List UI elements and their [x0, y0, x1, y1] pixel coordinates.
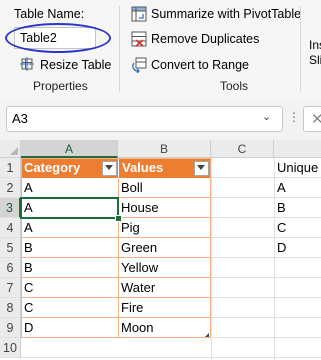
table-name-label: Table Name:: [14, 7, 85, 21]
chevron-down-icon[interactable]: ⌄: [262, 110, 271, 123]
column-header-c[interactable]: C: [211, 140, 274, 158]
row-header-selected[interactable]: 3: [0, 198, 21, 218]
row-header[interactable]: 8: [0, 298, 21, 318]
row-header[interactable]: 7: [0, 278, 21, 298]
unique-value[interactable]: C: [274, 218, 321, 238]
select-all-button[interactable]: [0, 140, 21, 158]
row-header[interactable]: 10: [0, 338, 21, 358]
gridline: [211, 158, 212, 360]
name-box[interactable]: A3: [6, 106, 283, 132]
insert-slicer-button-partial[interactable]: Ins: [309, 38, 321, 52]
column-header-a[interactable]: A: [21, 140, 118, 158]
convert-to-range-button[interactable]: Convert to Range: [151, 58, 249, 72]
gridline: [21, 357, 321, 358]
summarize-with-pivottable-button[interactable]: Summarize with PivotTable: [151, 7, 301, 21]
row-header[interactable]: 6: [0, 258, 21, 278]
tools-group-label: Tools: [220, 79, 249, 93]
table-cell[interactable]: Boll: [118, 178, 211, 198]
unique-value[interactable]: A: [274, 178, 321, 198]
table-cell[interactable]: Moon: [118, 318, 211, 338]
fill-handle[interactable]: [115, 215, 122, 222]
filter-dropdown-icon[interactable]: [102, 161, 117, 176]
ribbon-separator: [300, 6, 301, 92]
spreadsheet-grid[interactable]: A B C 1 2 3 4 5 6 7 8 9 10 Category Valu…: [0, 140, 321, 360]
table-cell[interactable]: C: [21, 298, 118, 318]
more-options-icon[interactable]: ⋮: [288, 110, 300, 124]
remove-duplicates-button[interactable]: Remove Duplicates: [151, 32, 259, 46]
remove-duplicates-icon: [131, 31, 147, 47]
row-header[interactable]: 1: [0, 158, 21, 178]
table-cell[interactable]: Water: [118, 278, 211, 298]
unique-header[interactable]: Unique: [274, 158, 321, 178]
insert-slicer-button-partial-2[interactable]: Sli: [309, 53, 321, 67]
ribbon: Table Name: Table2 Resize Table Properti…: [0, 0, 321, 98]
resize-table-icon: [20, 57, 34, 71]
table-resize-handle[interactable]: [205, 333, 209, 337]
table-cell[interactable]: C: [21, 278, 118, 298]
cancel-button[interactable]: ✕: [303, 106, 321, 132]
column-header-b[interactable]: B: [118, 140, 211, 158]
row-header[interactable]: 2: [0, 178, 21, 198]
pivot-table-icon: [131, 6, 147, 22]
row-header[interactable]: 5: [0, 238, 21, 258]
table-cell[interactable]: Yellow: [118, 258, 211, 278]
table-cell[interactable]: Pig: [118, 218, 211, 238]
close-icon: ✕: [311, 111, 321, 128]
table-cell[interactable]: House: [118, 198, 211, 218]
table-cell[interactable]: A: [21, 178, 118, 198]
table-cell[interactable]: B: [21, 238, 118, 258]
highlight-annotation-oval: [5, 23, 111, 53]
properties-group-label: Properties: [33, 79, 88, 93]
unique-value[interactable]: B: [274, 198, 321, 218]
table-cell[interactable]: Green: [118, 238, 211, 258]
row-header[interactable]: 4: [0, 218, 21, 238]
row-header[interactable]: 9: [0, 318, 21, 338]
table-cell[interactable]: B: [21, 258, 118, 278]
resize-table-button[interactable]: Resize Table: [40, 58, 111, 72]
filter-dropdown-icon[interactable]: [194, 161, 209, 176]
active-cell-selection: [20, 197, 119, 219]
convert-to-range-icon: [132, 57, 147, 73]
table-cell[interactable]: Fire: [118, 298, 211, 318]
table-cell[interactable]: D: [21, 318, 118, 338]
ribbon-separator: [119, 6, 120, 92]
table-cell[interactable]: A: [21, 218, 118, 238]
column-header-d[interactable]: [274, 140, 321, 158]
unique-value[interactable]: D: [274, 238, 321, 258]
